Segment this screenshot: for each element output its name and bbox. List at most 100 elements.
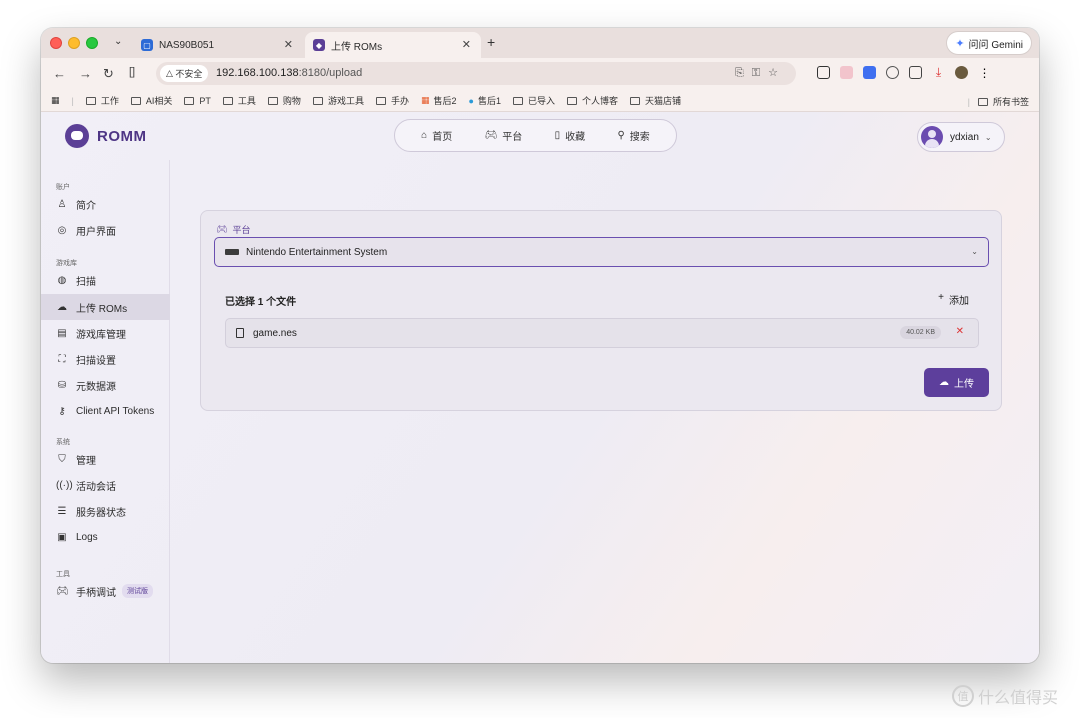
sidebar-item-server-status[interactable]: ☰ 服务器状态: [41, 498, 170, 524]
sidebar-item-scan-settings[interactable]: ⛶ 扫描设置: [41, 346, 170, 372]
sidebar-item-ui[interactable]: ◎ 用户界面: [41, 217, 170, 243]
nav-home[interactable]: ⌂ 首页: [421, 128, 452, 143]
nav-label: 平台: [502, 132, 523, 143]
sidebar-item-label: 简介: [76, 200, 96, 212]
bookmark-folder[interactable]: 个人博客: [566, 94, 618, 107]
sidebar-item-label: 服务器状态: [76, 507, 126, 519]
platform-select[interactable]: Nintendo Entertainment System ⌄: [214, 237, 989, 267]
nav-platforms[interactable]: 🎮︎ 平台: [485, 128, 523, 143]
forward-icon[interactable]: →: [79, 66, 92, 81]
maximize-window-button[interactable]: [86, 37, 98, 49]
bookmark-label: 游戏工具: [327, 96, 364, 106]
romm-logo[interactable]: ROMM: [65, 124, 147, 148]
gamepad-icon: 🎮︎: [216, 224, 228, 234]
bookmark-folder[interactable]: 游戏工具: [312, 94, 364, 107]
sidebar: 账户 ♙ 简介 ◎ 用户界面 游戏库 ◍ 扫描 ☁ 上传 ROMs ▤ 游戏库管理 ⛶ 扫描…: [41, 160, 170, 663]
sidebar-item-logs[interactable]: ▣ Logs: [41, 524, 170, 550]
bookmark-link[interactable]: ● 售后1: [469, 94, 501, 107]
translate-icon[interactable]: ⎘: [735, 67, 752, 79]
close-tab-icon[interactable]: ✕: [284, 38, 293, 51]
security-badge[interactable]: △ 不安全: [160, 65, 209, 82]
gamepad-icon: 🎮︎: [56, 585, 69, 597]
bookmark-folder[interactable]: 工作: [85, 94, 119, 107]
bookmark-folder[interactable]: 已导入: [512, 94, 555, 107]
sidebar-item-api-tokens[interactable]: ⚷ Client API Tokens: [41, 398, 170, 424]
sidebar-item-label: 用户界面: [76, 226, 116, 238]
gemini-icon: ✦: [955, 37, 965, 50]
bookmark-folder[interactable]: 天猫店铺: [629, 94, 681, 107]
watermark-text: 什么值得买: [978, 690, 1059, 707]
url-text[interactable]: 192.168.100.138:8180/upload: [216, 67, 362, 79]
list-item: game.nes 40.02 KB ✕: [225, 318, 979, 348]
bookmark-link[interactable]: ▦ 售后2: [421, 94, 457, 107]
sidebar-item-library-management[interactable]: ▤ 游戏库管理: [41, 320, 170, 346]
sidebar-item-profile[interactable]: ♙ 简介: [41, 191, 170, 217]
tab-upload-roms[interactable]: ◆ 上传 ROMs ✕: [305, 32, 481, 58]
password-key-icon[interactable]: ⚿: [752, 67, 768, 79]
more-menu-icon[interactable]: ⋮: [978, 66, 991, 80]
nav-collections[interactable]: ▯ 收藏: [555, 128, 586, 143]
apps-grid-icon[interactable]: ▦: [51, 95, 60, 106]
bookmark-folder[interactable]: 购物: [267, 94, 301, 107]
profile-avatar-icon[interactable]: [955, 66, 968, 79]
beta-badge: 测试版: [122, 584, 153, 598]
remove-file-icon[interactable]: ✕: [956, 326, 964, 337]
extension-icon[interactable]: [863, 66, 876, 79]
sidebar-item-upload-roms[interactable]: ☁ 上传 ROMs: [41, 294, 170, 320]
platform-selected-value: Nintendo Entertainment System: [246, 246, 388, 258]
all-bookmarks[interactable]: | 所有书签: [968, 95, 1029, 108]
tab-title: 上传 ROMs: [331, 41, 383, 53]
tab-list-chevron-icon[interactable]: ⌄: [114, 36, 122, 47]
chevron-down-icon: ⌄: [984, 132, 992, 142]
sidebar-item-active-sessions[interactable]: ((·)) 活动会话: [41, 472, 170, 498]
colored-grid-icon: ▦: [420, 95, 430, 105]
database-cog-icon: ⛁: [57, 379, 67, 391]
tab-nas[interactable]: ▢ NAS90B051 ✕: [133, 32, 303, 58]
bookmark-star-icon[interactable]: ☆: [768, 67, 786, 79]
add-file-button[interactable]: + 添加: [938, 292, 969, 307]
url-host: 192.168.100.138: [216, 67, 299, 79]
username: ydxian: [950, 131, 979, 143]
browser-window: ⌄ ▢ NAS90B051 ✕ ◆ 上传 ROMs ✕ + ✦ 问问 Gemin…: [41, 28, 1039, 663]
user-icon: ♙: [57, 198, 67, 210]
search-icon: ⚲: [617, 130, 625, 141]
close-window-button[interactable]: [50, 37, 62, 49]
cloud-upload-icon: ☁: [57, 301, 67, 313]
extension-icon[interactable]: [840, 66, 853, 79]
service-icon: ●: [468, 95, 474, 106]
reload-icon[interactable]: ↻: [103, 66, 114, 82]
download-icon[interactable]: ⤓: [932, 65, 945, 79]
bookmark-label: AI相关: [145, 96, 173, 106]
sidebar-item-scan[interactable]: ◍ 扫描: [41, 267, 170, 293]
user-menu[interactable]: ydxian ⌄: [917, 122, 1005, 152]
nav-label: 搜索: [629, 132, 650, 143]
bookmark-folder[interactable]: AI相关: [130, 94, 173, 107]
sidebar-item-controller-debug[interactable]: 🎮︎ 手柄调试 测试版: [41, 578, 170, 604]
gemini-button[interactable]: ✦ 问问 Gemini: [947, 32, 1031, 54]
extension-icon[interactable]: [817, 66, 830, 79]
bookmark-label: 已导入: [527, 96, 555, 106]
back-icon[interactable]: ←: [53, 66, 66, 81]
bookmark-folder[interactable]: 手办: [375, 94, 409, 107]
nav-search[interactable]: ⚲ 搜索: [617, 128, 649, 143]
bookmark-folder[interactable]: PT: [184, 96, 211, 106]
minimize-window-button[interactable]: [68, 37, 80, 49]
shield-icon: ⛉: [58, 453, 66, 465]
logs-icon: ▣: [57, 531, 67, 543]
extension-icon[interactable]: [886, 66, 899, 79]
folder-icon: [267, 96, 278, 105]
file-size-badge: 40.02 KB: [900, 326, 941, 339]
sidebar-item-admin[interactable]: ⛉ 管理: [41, 446, 170, 472]
split-view-icon[interactable]: []: [129, 66, 135, 78]
address-bar[interactable]: △ 不安全 192.168.100.138:8180/upload ⎘⚿☆: [156, 62, 796, 85]
sidebar-item-label: Client API Tokens: [76, 405, 155, 417]
sidebar-item-metadata-sources[interactable]: ⛁ 元数据源: [41, 372, 170, 398]
bookmark-folder[interactable]: 工具: [222, 94, 256, 107]
close-tab-icon[interactable]: ✕: [462, 38, 471, 51]
warning-icon: △: [166, 68, 176, 78]
new-tab-icon[interactable]: +: [487, 34, 495, 50]
upload-button[interactable]: ☁ 上传: [924, 368, 989, 397]
add-label: 添加: [949, 296, 969, 307]
puzzle-extensions-icon[interactable]: [909, 66, 922, 79]
folder-icon: [130, 96, 141, 105]
